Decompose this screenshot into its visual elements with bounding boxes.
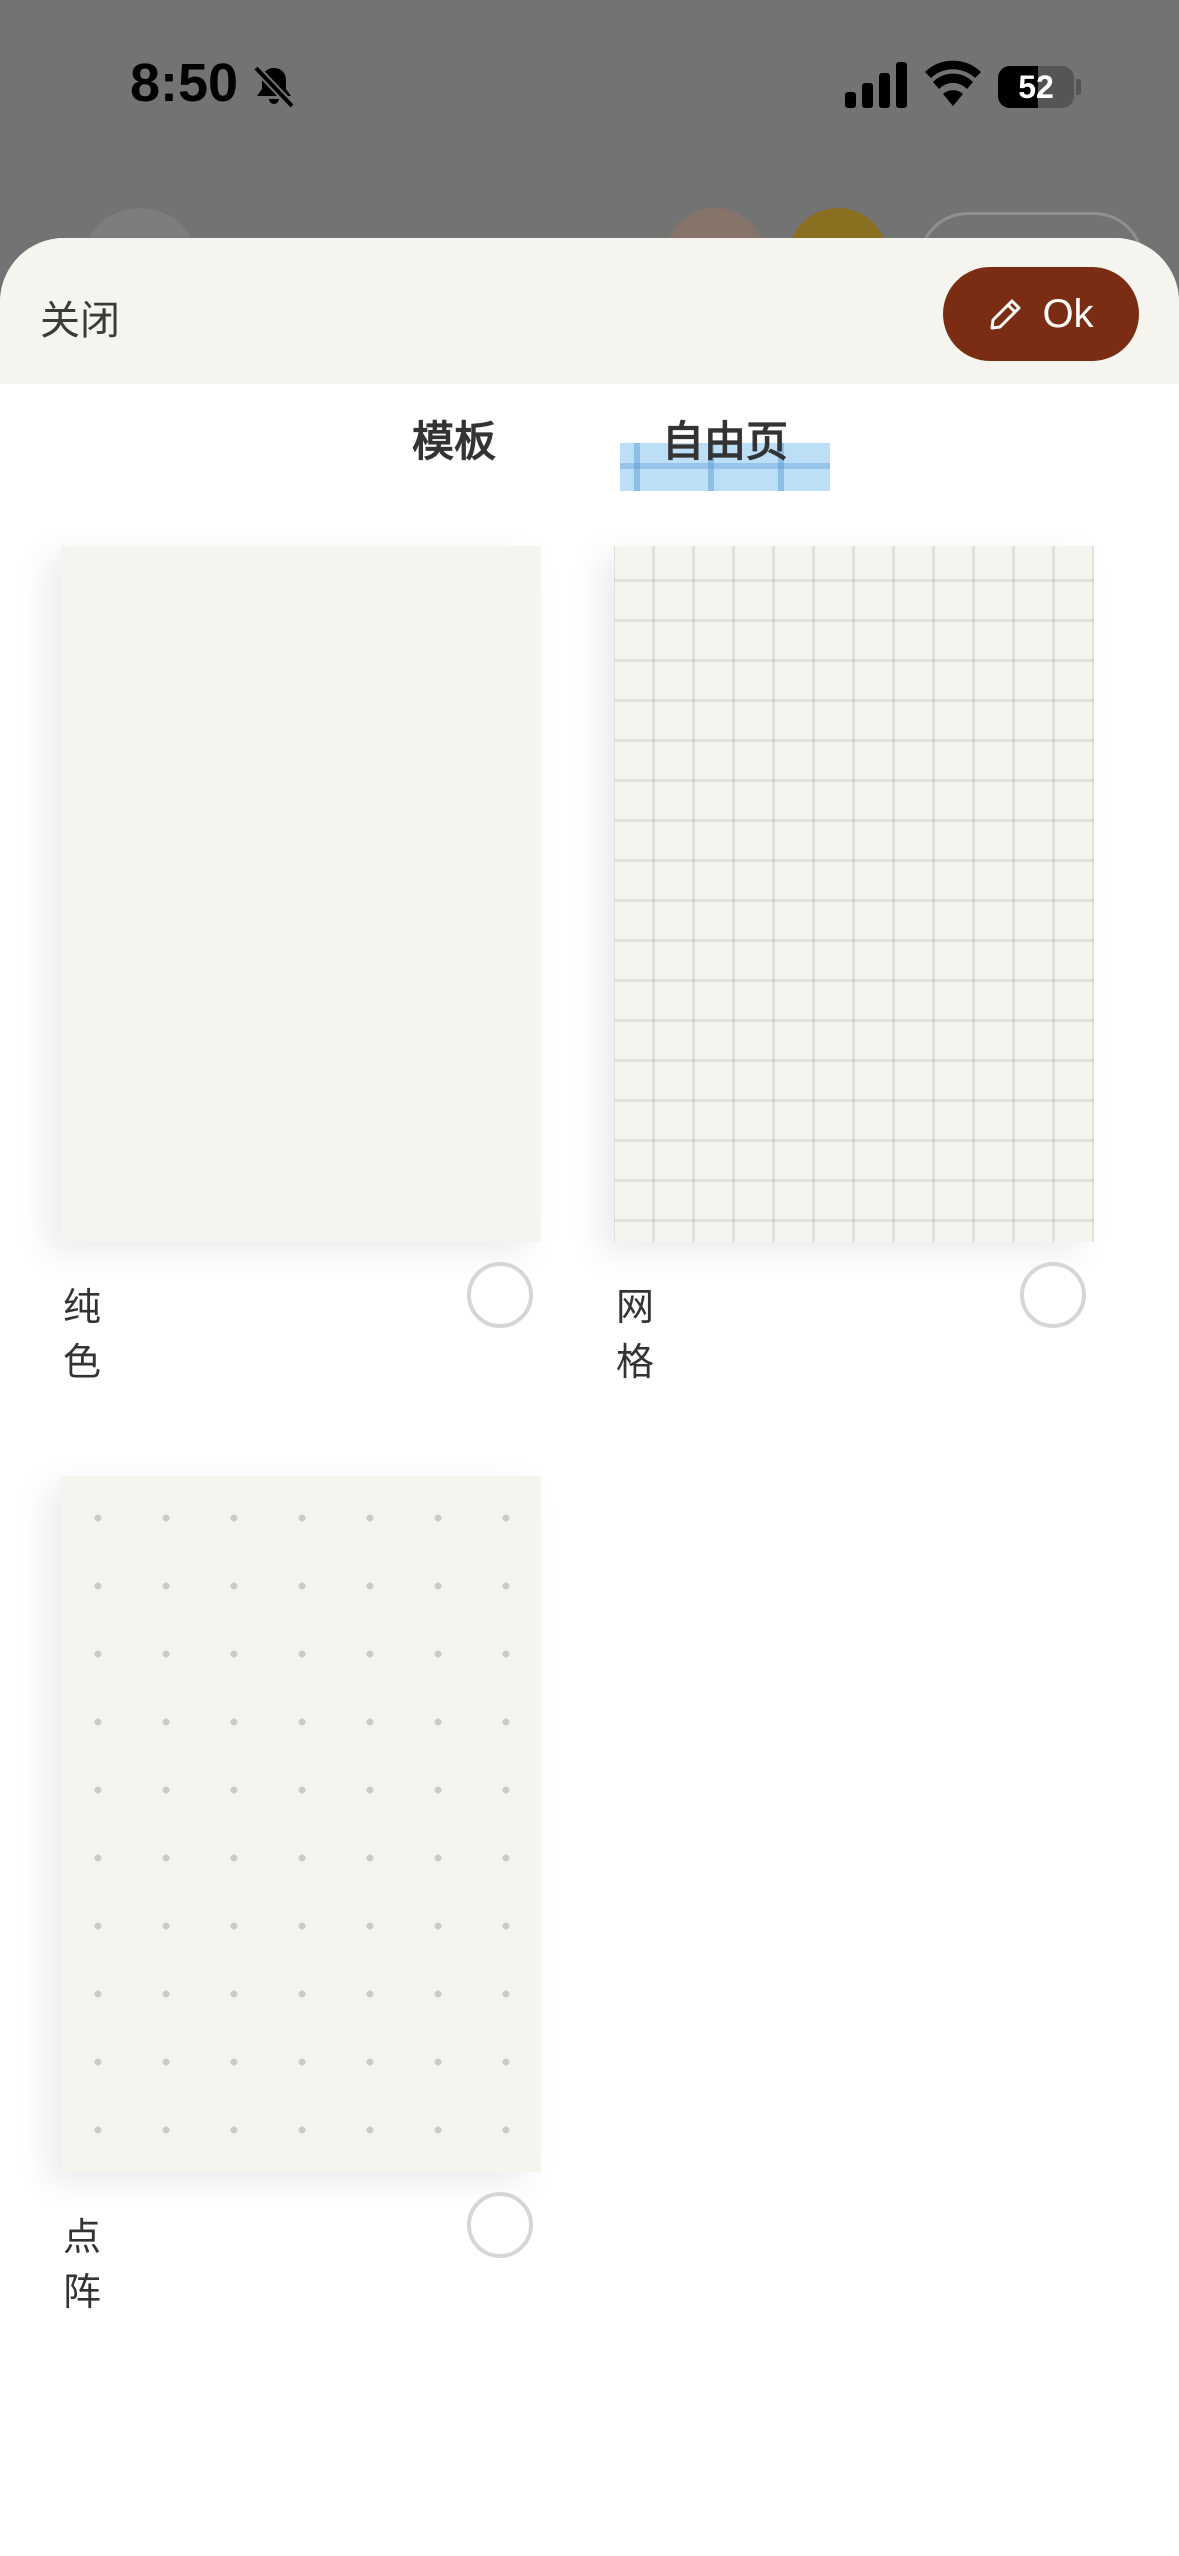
ok-label: Ok (1042, 291, 1094, 336)
status-time: 8:50 (130, 53, 239, 113)
close-button[interactable]: 关闭 (40, 288, 120, 346)
template-radio-grid[interactable] (1020, 1262, 1086, 1328)
battery-level: 52 (1018, 69, 1054, 105)
template-preview-solid[interactable] (61, 546, 541, 1242)
template-label: 网格 (616, 1285, 655, 1384)
template-radio-solid[interactable] (467, 1262, 533, 1328)
wifi-icon (925, 60, 981, 106)
battery-icon: 52 (998, 66, 1081, 108)
template-preview-grid[interactable] (614, 546, 1094, 1242)
template-picker-sheet: 关闭 Ok 模板 自由页 纯色 网格 点阵 (0, 238, 1179, 2556)
template-radio-dots[interactable] (467, 2192, 533, 2258)
template-label: 纯色 (63, 1285, 102, 1384)
status-bar: 8:50 52 (0, 0, 1179, 170)
tab-free-page[interactable]: 自由页 (662, 408, 788, 469)
sheet-header: 关闭 Ok (0, 238, 1179, 384)
cellular-signal-icon (845, 62, 907, 108)
tab-templates[interactable]: 模板 (412, 408, 496, 469)
template-preview-dots[interactable] (61, 1476, 541, 2172)
ok-button[interactable]: Ok (943, 267, 1139, 361)
bell-slash-icon (253, 65, 295, 109)
template-label: 点阵 (63, 2215, 102, 2314)
pencil-icon (990, 299, 1021, 330)
